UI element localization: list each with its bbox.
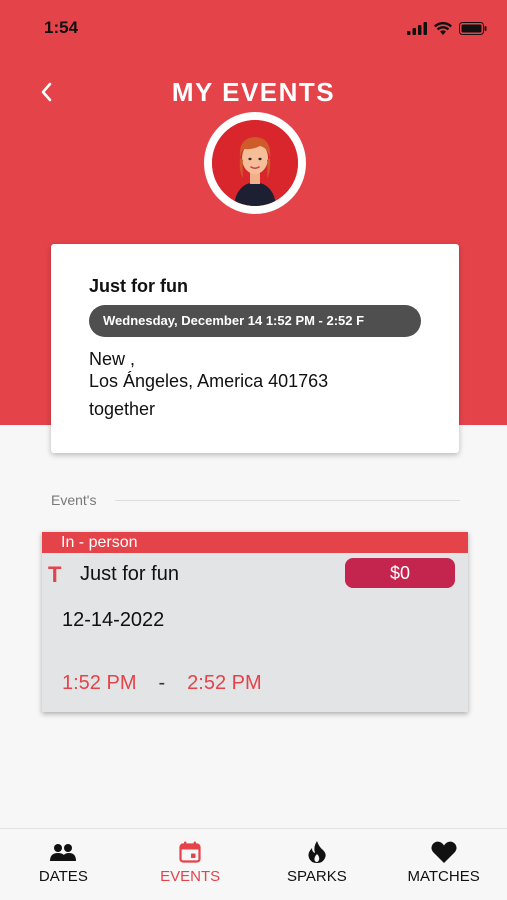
nav-item-events[interactable]: EVENTS: [127, 829, 254, 900]
nav-label-sparks: SPARKS: [287, 868, 347, 885]
nav-label-events: EVENTS: [160, 868, 221, 885]
nav-item-sparks[interactable]: SPARKS: [254, 829, 381, 900]
profile-illustration: [212, 120, 298, 206]
nav-label-dates: DATES: [38, 868, 88, 885]
battery-icon: [459, 21, 487, 35]
event-datetime-pill: Wednesday, December 14 1:52 PM - 2:52 F: [89, 305, 421, 337]
nav-item-dates[interactable]: DATES: [0, 829, 127, 900]
status-bar: 1:54: [0, 0, 507, 52]
list-item-time-range: 1:52 PM - 2:52 PM: [62, 672, 262, 695]
list-item[interactable]: In - person T Just for fun $0 12-14-2022…: [42, 532, 468, 712]
nav-item-matches[interactable]: MATCHES: [380, 829, 507, 900]
heart-icon: [431, 841, 457, 863]
people-icon: [50, 844, 77, 861]
status-time: 1:54: [44, 18, 79, 37]
wifi-icon: [434, 21, 452, 35]
event-detail-card[interactable]: Just for fun Wednesday, December 14 1:52…: [51, 244, 459, 453]
nav-label-matches: MATCHES: [407, 868, 480, 885]
event-address-line2: Los Ángeles, America 401763: [89, 371, 329, 391]
event-mode-ribbon: In - person: [42, 532, 468, 553]
event-address: New , Los Ángeles, America 401763: [89, 348, 328, 392]
bottom-nav: DATES EVENTS SPARKS MATCHES: [0, 828, 507, 900]
start-time: 1:52 PM: [62, 672, 137, 694]
avatar[interactable]: [204, 112, 306, 214]
signal-icon: [407, 21, 427, 35]
flame-icon: [308, 841, 326, 863]
section-divider: [115, 500, 460, 501]
list-item-date: 12-14-2022: [62, 609, 165, 631]
page-title: MY EVENTS: [171, 77, 336, 107]
price-badge: $0: [345, 558, 455, 588]
end-time: 2:52 PM: [187, 672, 262, 694]
event-type-icon: T: [48, 562, 62, 587]
event-note: together: [89, 399, 156, 419]
event-title: Just for fun: [89, 276, 188, 296]
event-address-line1: New ,: [89, 349, 136, 369]
time-separator: -: [158, 672, 166, 694]
section-label: Event's: [51, 492, 97, 508]
list-item-title: Just for fun: [80, 563, 179, 585]
status-icons: [407, 20, 487, 36]
calendar-icon: [179, 841, 201, 863]
